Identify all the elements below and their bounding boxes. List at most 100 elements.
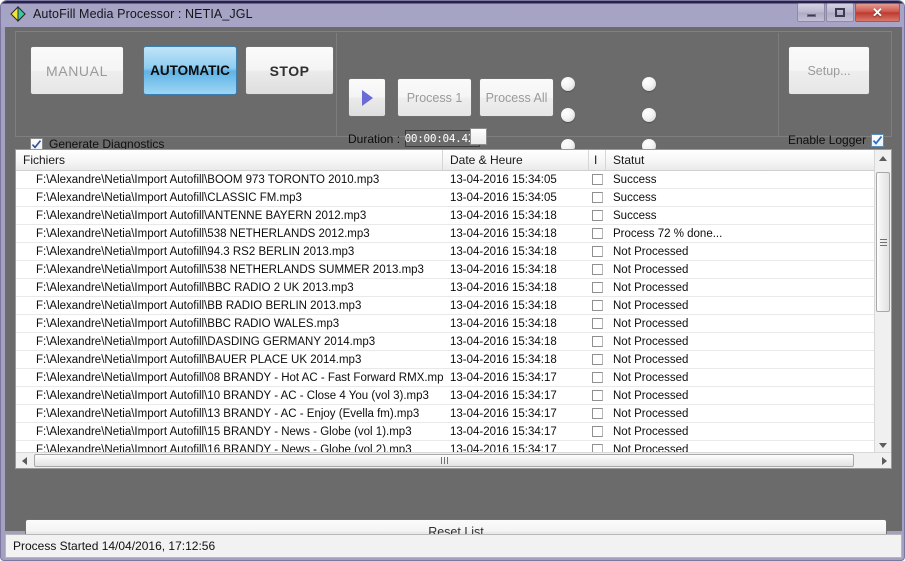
column-header-flag[interactable]: I xyxy=(589,150,606,170)
table-row[interactable]: F:\Alexandre\Netia\Import Autofill\BOOM … xyxy=(16,171,876,189)
row-checkbox[interactable] xyxy=(592,408,603,419)
file-list-panel: Fichiers Date & Heure I Statut F:\Alexan… xyxy=(15,149,892,469)
row-checkbox[interactable] xyxy=(592,372,603,383)
row-checkbox[interactable] xyxy=(592,318,603,329)
cell-file-path: F:\Alexandre\Netia\Import Autofill\CLASS… xyxy=(16,189,443,206)
cell-date-time: 13-04-2016 15:34:18 xyxy=(443,279,589,296)
vertical-scrollbar[interactable] xyxy=(874,150,891,454)
row-checkbox[interactable] xyxy=(592,390,603,401)
setup-button[interactable]: Setup... xyxy=(788,46,870,95)
stop-button[interactable]: STOP xyxy=(245,46,334,95)
cell-status: Not Processed xyxy=(606,333,876,350)
table-row[interactable]: F:\Alexandre\Netia\Import Autofill\CLASS… xyxy=(16,189,876,207)
cell-flag[interactable] xyxy=(589,171,606,188)
row-checkbox[interactable] xyxy=(592,246,603,257)
horizontal-scrollbar[interactable] xyxy=(16,452,892,468)
column-header-fichiers[interactable]: Fichiers xyxy=(16,150,443,170)
cell-status: Not Processed xyxy=(606,243,876,260)
status-bar-text: Process Started 14/04/2016, 17:12:56 xyxy=(6,539,215,553)
scroll-up-button[interactable] xyxy=(875,150,891,167)
table-row[interactable]: F:\Alexandre\Netia\Import Autofill\BBC R… xyxy=(16,315,876,333)
play-icon xyxy=(360,89,374,107)
led-indicator xyxy=(642,108,656,122)
cell-date-time: 13-04-2016 15:34:05 xyxy=(443,189,589,206)
table-row[interactable]: F:\Alexandre\Netia\Import Autofill\08 BR… xyxy=(16,369,876,387)
cell-date-time: 13-04-2016 15:34:18 xyxy=(443,351,589,368)
chevron-left-icon xyxy=(22,457,27,465)
row-checkbox[interactable] xyxy=(592,282,603,293)
cell-flag[interactable] xyxy=(589,225,606,242)
enable-logger-checkbox[interactable] xyxy=(871,134,884,147)
row-checkbox[interactable] xyxy=(592,426,603,437)
cell-flag[interactable] xyxy=(589,279,606,296)
file-list-rows[interactable]: F:\Alexandre\Netia\Import Autofill\BOOM … xyxy=(16,171,876,454)
cell-flag[interactable] xyxy=(589,387,606,404)
cell-flag[interactable] xyxy=(589,261,606,278)
cell-date-time: 13-04-2016 15:34:17 xyxy=(443,387,589,404)
table-row[interactable]: F:\Alexandre\Netia\Import Autofill\BB RA… xyxy=(16,297,876,315)
minimize-icon xyxy=(807,14,816,17)
toolbar-separator-1 xyxy=(336,33,337,137)
cell-flag[interactable] xyxy=(589,333,606,350)
grip-icon xyxy=(880,237,887,248)
vertical-scrollbar-thumb[interactable] xyxy=(876,172,890,312)
cell-flag[interactable] xyxy=(589,189,606,206)
cell-file-path: F:\Alexandre\Netia\Import Autofill\94.3 … xyxy=(16,243,443,260)
cell-flag[interactable] xyxy=(589,207,606,224)
led-column-left xyxy=(561,77,575,153)
cell-status: Success xyxy=(606,189,876,206)
cell-file-path: F:\Alexandre\Netia\Import Autofill\15 BR… xyxy=(16,423,443,440)
process-1-button[interactable]: Process 1 xyxy=(397,78,472,117)
cell-flag[interactable] xyxy=(589,423,606,440)
diamond-icon xyxy=(10,6,26,22)
table-row[interactable]: F:\Alexandre\Netia\Import Autofill\538 N… xyxy=(16,225,876,243)
minimize-button[interactable] xyxy=(797,3,825,22)
cell-flag[interactable] xyxy=(589,243,606,260)
row-checkbox[interactable] xyxy=(592,210,603,221)
column-header-date-heure[interactable]: Date & Heure xyxy=(443,150,589,170)
cell-flag[interactable] xyxy=(589,351,606,368)
cell-date-time: 13-04-2016 15:34:18 xyxy=(443,261,589,278)
cell-file-path: F:\Alexandre\Netia\Import Autofill\BAUER… xyxy=(16,351,443,368)
cell-date-time: 13-04-2016 15:34:17 xyxy=(443,423,589,440)
manual-mode-button[interactable]: MANUAL xyxy=(30,46,124,95)
cell-flag[interactable] xyxy=(589,369,606,386)
table-row[interactable]: F:\Alexandre\Netia\Import Autofill\BBC R… xyxy=(16,279,876,297)
horizontal-scrollbar-thumb[interactable] xyxy=(34,454,854,467)
cell-date-time: 13-04-2016 15:34:17 xyxy=(443,369,589,386)
table-row[interactable]: F:\Alexandre\Netia\Import Autofill\13 BR… xyxy=(16,405,876,423)
row-checkbox[interactable] xyxy=(592,174,603,185)
table-row[interactable]: F:\Alexandre\Netia\Import Autofill\10 BR… xyxy=(16,387,876,405)
row-checkbox[interactable] xyxy=(592,336,603,347)
scroll-left-button[interactable] xyxy=(16,453,33,468)
maximize-button[interactable] xyxy=(826,3,854,22)
process-all-button[interactable]: Process All xyxy=(479,78,554,117)
table-row[interactable]: F:\Alexandre\Netia\Import Autofill\ANTEN… xyxy=(16,207,876,225)
column-header-statut[interactable]: Statut xyxy=(606,150,876,170)
led-column-right xyxy=(642,77,656,153)
row-checkbox[interactable] xyxy=(592,192,603,203)
automatic-mode-button[interactable]: AUTOMATIC xyxy=(143,46,237,95)
row-checkbox[interactable] xyxy=(592,354,603,365)
table-row[interactable]: F:\Alexandre\Netia\Import Autofill\BAUER… xyxy=(16,351,876,369)
cell-flag[interactable] xyxy=(589,297,606,314)
cell-file-path: F:\Alexandre\Netia\Import Autofill\BBC R… xyxy=(16,279,443,296)
table-row[interactable]: F:\Alexandre\Netia\Import Autofill\15 BR… xyxy=(16,423,876,441)
scroll-right-button[interactable] xyxy=(876,453,892,468)
row-checkbox[interactable] xyxy=(592,228,603,239)
cell-flag[interactable] xyxy=(589,315,606,332)
play-button[interactable] xyxy=(348,78,386,117)
enable-logger-row[interactable]: Enable Logger xyxy=(788,133,884,147)
cell-flag[interactable] xyxy=(589,405,606,422)
chevron-up-icon xyxy=(879,156,887,161)
title-bar: AutoFill Media Processor : NETIA_JGL ✕ xyxy=(1,1,905,27)
cell-status: Success xyxy=(606,171,876,188)
close-button[interactable]: ✕ xyxy=(855,3,900,22)
table-row[interactable]: F:\Alexandre\Netia\Import Autofill\94.3 … xyxy=(16,243,876,261)
row-checkbox[interactable] xyxy=(592,264,603,275)
grip-icon xyxy=(441,457,448,464)
table-row[interactable]: F:\Alexandre\Netia\Import Autofill\538 N… xyxy=(16,261,876,279)
table-row[interactable]: F:\Alexandre\Netia\Import Autofill\DASDI… xyxy=(16,333,876,351)
row-checkbox[interactable] xyxy=(592,300,603,311)
cell-date-time: 13-04-2016 15:34:18 xyxy=(443,333,589,350)
